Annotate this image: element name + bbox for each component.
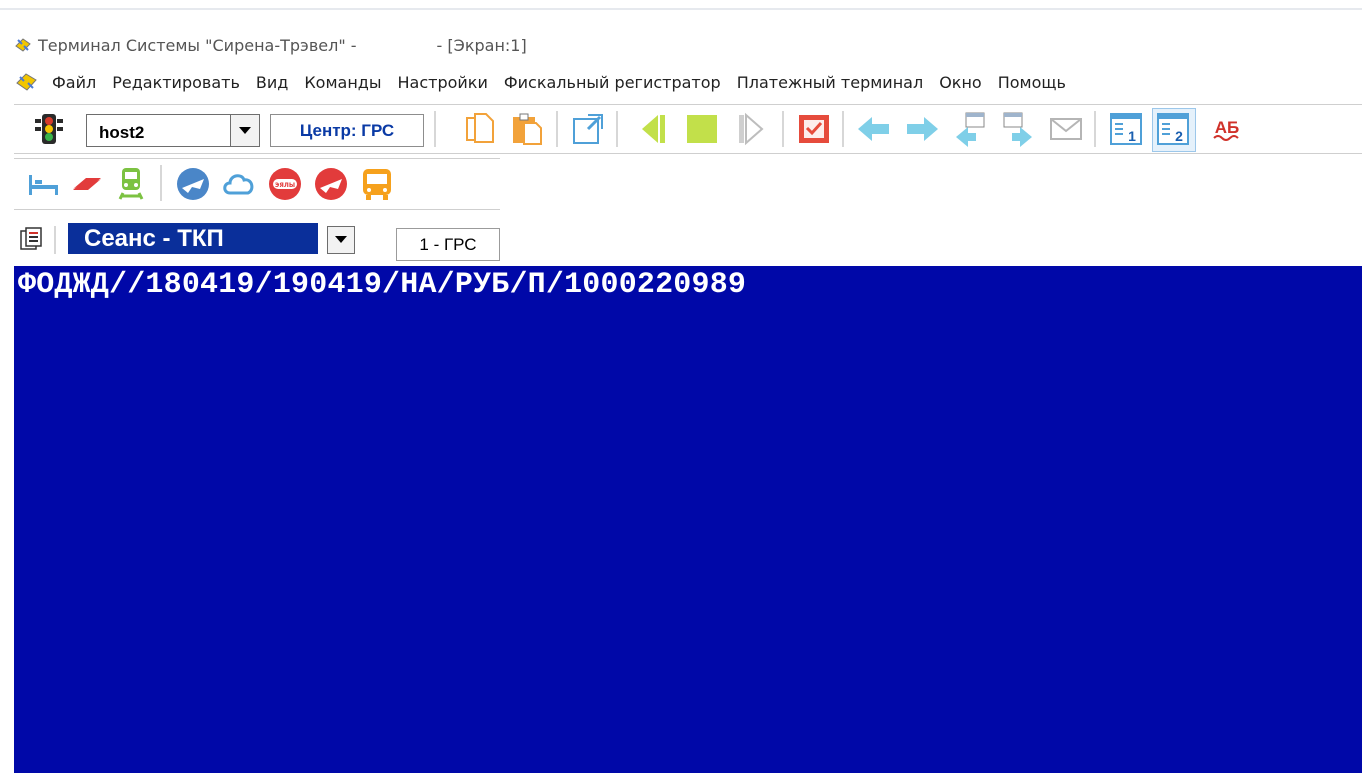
menu-help[interactable]: Помощь [990, 73, 1074, 92]
menu-fiscal-registrar[interactable]: Фискальный регистратор [496, 73, 729, 92]
checkbox-icon[interactable] [796, 111, 832, 147]
session-select-dropdown[interactable] [327, 226, 355, 254]
menu-bar: Файл Редактировать Вид Команды Настройки… [14, 68, 1074, 96]
title-bar: Терминал Системы "Сирена-Трэвел" - - [Эк… [0, 0, 1362, 64]
window-export-icon[interactable] [570, 111, 606, 147]
stop-icon[interactable] [684, 111, 720, 147]
host-select-value: host2 [99, 123, 145, 142]
arrow-left-icon[interactable] [856, 111, 892, 147]
app-icon [15, 38, 31, 52]
copy-icon[interactable] [462, 111, 498, 147]
document-icon[interactable] [18, 226, 44, 252]
toolbar-separator [782, 111, 784, 147]
flight-alt-icon[interactable] [312, 165, 350, 203]
spellcheck-icon[interactable]: АБ [1210, 111, 1246, 147]
step-back-icon[interactable] [634, 111, 670, 147]
toolbar-separator [842, 111, 844, 147]
menu-commands[interactable]: Команды [296, 73, 389, 92]
bed-icon[interactable] [26, 167, 60, 201]
center-label: Центр: ГРС [270, 114, 424, 147]
mail-icon[interactable] [1048, 111, 1084, 147]
session-tab[interactable]: 1 - ГРС [396, 228, 500, 261]
arrow-right-icon[interactable] [904, 111, 940, 147]
toolbar-separator [434, 111, 436, 147]
rail-logo-icon[interactable] [70, 167, 104, 201]
window-back-icon[interactable] [952, 111, 988, 147]
svg-text:ЭЯЛЫ: ЭЯЛЫ [275, 182, 295, 189]
menu-window[interactable]: Окно [931, 73, 990, 92]
top-border [0, 8, 1362, 10]
window-forward-icon[interactable] [1000, 111, 1036, 147]
paste-icon[interactable] [509, 111, 545, 147]
host-select[interactable]: host2 [86, 114, 260, 147]
step-forward-icon[interactable] [734, 111, 770, 147]
train-icon[interactable] [114, 165, 148, 201]
menu-edit[interactable]: Редактировать [104, 73, 248, 92]
menu-payment-terminal[interactable]: Платежный терминал [729, 73, 932, 92]
toolbar-separator [1094, 111, 1096, 147]
toolbar-separator [160, 165, 162, 201]
host-select-dropdown[interactable] [230, 115, 259, 146]
screen-two-number: 2 [1175, 128, 1183, 144]
menu-file[interactable]: Файл [44, 73, 104, 92]
screen-two-icon[interactable]: 2 [1155, 111, 1191, 147]
screen-one-icon[interactable]: 1 [1108, 111, 1144, 147]
chevron-down-icon [239, 126, 251, 134]
traffic-light-icon[interactable] [32, 112, 66, 146]
menu-view[interactable]: Вид [248, 73, 296, 92]
spellcheck-label: АБ [1215, 118, 1240, 137]
cloud-icon[interactable] [220, 165, 258, 203]
toolbar-separator [616, 111, 618, 147]
transport-toolbar: ЭЯЛЫ [14, 158, 500, 210]
flight-icon[interactable] [174, 165, 212, 203]
screen-one-number: 1 [1128, 128, 1136, 144]
toolbar-separator [54, 226, 56, 254]
main-toolbar: host2 Центр: ГРС 1 2 АБ [14, 104, 1362, 154]
session-select-value: Сеанс - ТКП [68, 223, 318, 254]
chevron-down-icon [335, 236, 347, 243]
terminal-screen[interactable]: ФОДЖД//180419/190419/НА/РУБ/П/1000220989 [14, 266, 1362, 773]
window-title-screen: - [Экран:1] [436, 35, 527, 55]
window-title: Терминал Системы "Сирена-Трэвел" - - [Эк… [14, 32, 527, 58]
window-title-main: Терминал Системы "Сирена-Трэвел" - [38, 35, 357, 55]
menu-settings[interactable]: Настройки [390, 73, 496, 92]
session-select[interactable]: Сеанс - ТКП [68, 223, 368, 254]
bus-icon[interactable] [358, 165, 396, 203]
rail-badge-icon[interactable]: ЭЯЛЫ [266, 165, 304, 203]
toolbar-separator [556, 111, 558, 147]
terminal-line: ФОДЖД//180419/190419/НА/РУБ/П/1000220989 [18, 268, 747, 302]
menu-app-icon[interactable] [14, 71, 40, 93]
